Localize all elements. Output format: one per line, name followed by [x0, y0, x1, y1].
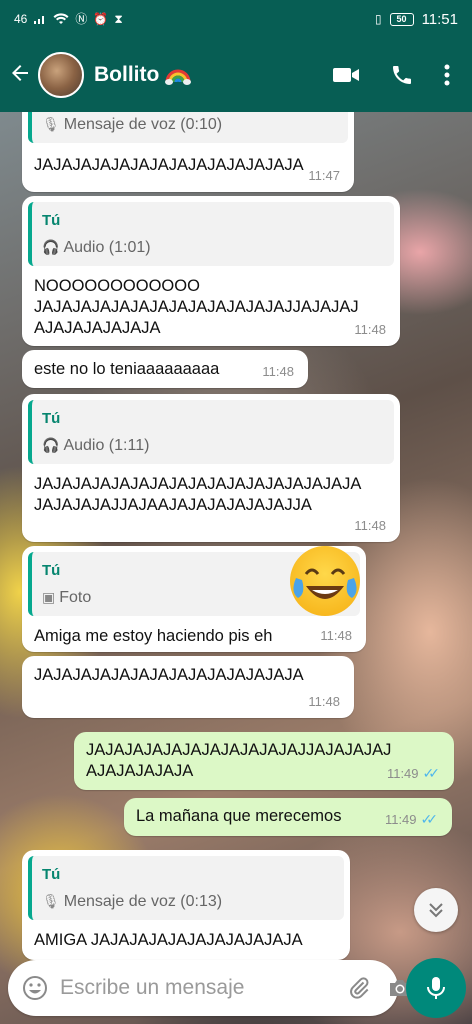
network-label: 46: [14, 12, 28, 26]
quote-label: Mensaje de voz (0:13): [63, 893, 223, 910]
contact-name[interactable]: Bollito: [94, 63, 192, 87]
message-time: 11:48: [320, 628, 352, 643]
read-ticks-icon: ✓✓: [420, 811, 439, 827]
message-composer: [8, 960, 410, 1016]
quote-label: Audio (1:01): [63, 239, 151, 256]
phone-icon[interactable]: [390, 63, 414, 87]
quote-label: Audio (1:11): [63, 437, 150, 454]
more-vert-icon[interactable]: [444, 64, 450, 86]
message-time: 11:49 ✓✓: [387, 763, 440, 784]
voice-record-button[interactable]: [406, 958, 466, 1018]
quote-author: Tú: [42, 866, 61, 883]
emoji-button[interactable]: [22, 975, 48, 1001]
nfc-icon: Ⓝ: [75, 12, 88, 26]
video-call-icon[interactable]: [332, 65, 360, 85]
laughing-emoji-sticker: [290, 546, 360, 616]
rainbow-emoji-icon: [165, 69, 192, 85]
headphones-icon: 🎧: [42, 239, 60, 255]
message-bubble[interactable]: Tú 🎙 Mensaje de voz (0:13) AMIGA JAJAJAJA…: [22, 850, 350, 960]
message-bubble[interactable]: JAJAJAJAJAJAJAJAJAJAJAJAJAJA 11:48: [22, 656, 354, 718]
headphones-icon: 🎧: [42, 437, 60, 453]
mic-icon: 🎙: [42, 893, 60, 909]
contact-name-text: Bollito: [94, 63, 160, 86]
chat-header-bar: Bollito: [0, 38, 472, 112]
message-time: 11:49 ✓✓: [385, 809, 438, 830]
quoted-message[interactable]: Tú 🎧 Audio (1:01): [28, 202, 394, 266]
wifi-icon: [53, 13, 69, 24]
message-text: JAJAJAJAJAJAJAJAJAJAJAJAJAJA: [34, 156, 304, 174]
paperclip-icon: [350, 977, 369, 999]
message-bubble[interactable]: Tú 🎧 Audio (1:01) NOOOOOOOOOOOO JAJAJAJAJ…: [22, 196, 400, 346]
message-text: NOOOOOOOOOOOO JAJAJAJAJAJAJAJAJAJAJAJAJA…: [34, 277, 359, 337]
vibrate-icon: ▯: [374, 12, 382, 26]
attach-button[interactable]: [347, 976, 371, 1000]
message-time: 11:48: [354, 322, 386, 337]
mic-icon: 🎙: [42, 116, 60, 132]
quote-author: Tú: [42, 212, 61, 229]
quote-author: Tú: [42, 410, 61, 427]
message-bubble-outgoing[interactable]: JAJAJAJAJAJAJAJAJAJAJAJJAJAJAJAJ AJAJAJA…: [74, 732, 454, 790]
arrow-left-icon: [12, 64, 28, 81]
message-text: Amiga me estoy haciendo pis eh: [34, 627, 273, 645]
double-chevron-down-icon: [429, 903, 443, 918]
back-button[interactable]: [8, 61, 38, 90]
message-bubble-outgoing[interactable]: La mañana que merecemos 11:49 ✓✓: [124, 798, 452, 836]
emoji-icon: [23, 976, 47, 1000]
message-text: AMIGA JAJAJAJAJAJAJAJAJAJAJA: [34, 931, 303, 949]
message-time: 11:48: [308, 694, 340, 709]
message-text: JAJAJAJAJAJAJAJAJAJAJAJAJAJA: [34, 666, 304, 684]
quote-label: Mensaje de voz (0:10): [63, 116, 223, 133]
battery-icon: 50: [389, 12, 414, 26]
message-time: 11:48: [354, 518, 386, 533]
read-ticks-icon: ✓✓: [422, 765, 441, 781]
quoted-message[interactable]: Tú 🎙 Mensaje de voz (0:13): [28, 856, 344, 920]
hourglass-icon: ⧗: [114, 12, 123, 26]
microphone-icon: [427, 977, 445, 999]
scroll-to-bottom-button[interactable]: [414, 888, 458, 932]
status-bar: 46 Ⓝ ⏰ ⧗ ▯ 50 11:51: [0, 0, 472, 38]
alarm-icon: ⏰: [93, 12, 109, 26]
clock: 11:51: [421, 10, 458, 28]
photo-icon: ▣: [42, 589, 56, 605]
message-time: 11:47: [308, 168, 340, 183]
quoted-message[interactable]: Tú 🎧 Audio (1:11): [28, 400, 394, 464]
message-bubble[interactable]: este no lo teniaaaaaaaaa 11:48: [22, 350, 308, 388]
tears-of-joy-icon: [293, 568, 357, 599]
message-text: JAJAJAJAJAJAJAJAJAJAJAJAJAJAJAJAJA JAJAJ…: [34, 475, 362, 514]
avatar[interactable]: [38, 52, 84, 98]
signal-icon: [34, 16, 45, 24]
message-time: 11:48: [262, 364, 294, 379]
message-input[interactable]: [60, 976, 331, 1000]
battery-level: 50: [396, 14, 407, 24]
message-bubble[interactable]: Tú 🎧 Audio (1:11) JAJAJAJAJAJAJAJAJAJAJAJ…: [22, 394, 400, 542]
quote-label: Foto: [59, 589, 92, 606]
